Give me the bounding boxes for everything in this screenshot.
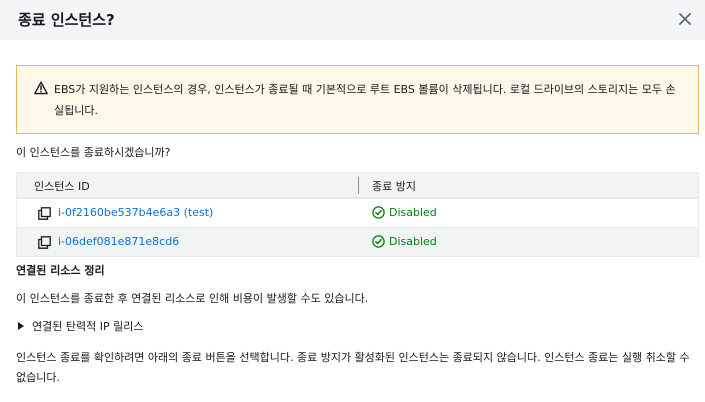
column-divider [358, 177, 359, 194]
release-eip-label: 연결된 탄력적 IP 릴리스 [32, 320, 144, 333]
warning-alert: EBS가 지원하는 인스턴스의 경우, 인스턴스가 종료될 때 기본적으로 루트… [16, 65, 699, 134]
instances-table: 인스턴스 ID 종료 방지 i-0f2160be537b4e6a3 (test)… [16, 172, 699, 257]
instance-id-link[interactable]: i-0f2160be537b4e6a3 (test) [58, 206, 213, 219]
instance-id-link[interactable]: i-06def081e871e8cd6 [58, 235, 179, 248]
release-eip-expander[interactable]: 연결된 탄력적 IP 릴리스 [18, 318, 143, 334]
confirm-instructions: 인스턴스 종료를 확인하려면 아래의 종료 버튼을 선택합니다. 종료 방지가 … [16, 351, 690, 384]
warning-icon [34, 81, 48, 95]
protection-status-text: Disabled [389, 235, 437, 248]
protection-status: Disabled [372, 235, 437, 248]
protection-status-text: Disabled [389, 206, 437, 219]
confirm-question: 이 인스턴스를 종료하시겠습니까? [16, 146, 171, 159]
copy-icon[interactable] [38, 207, 51, 220]
column-header-termination-protection: 종료 방지 [372, 180, 416, 193]
dialog-header: 종료 인스턴스? [0, 0, 705, 40]
protection-status: Disabled [372, 206, 437, 219]
column-header-instance-id: 인스턴스 ID [34, 180, 90, 193]
close-icon [679, 13, 691, 25]
status-positive-icon [372, 235, 385, 248]
dialog-title: 종료 인스턴스? [18, 11, 115, 29]
table-header: 인스턴스 ID 종료 방지 [17, 173, 698, 198]
resources-section-description: 이 인스턴스를 종료한 후 연결된 리소스로 인해 비용이 발생할 수도 있습니… [16, 292, 369, 305]
status-positive-icon [372, 206, 385, 219]
copy-icon[interactable] [38, 236, 51, 249]
close-button[interactable] [674, 8, 696, 30]
warning-text: EBS가 지원하는 인스턴스의 경우, 인스턴스가 종료될 때 기본적으로 루트… [54, 83, 676, 117]
table-row: i-06def081e871e8cd6 Disabled [17, 227, 698, 256]
caret-right-icon [18, 322, 24, 330]
table-row: i-0f2160be537b4e6a3 (test) Disabled [17, 198, 698, 227]
resources-section-title: 연결된 리소스 정리 [16, 264, 105, 277]
